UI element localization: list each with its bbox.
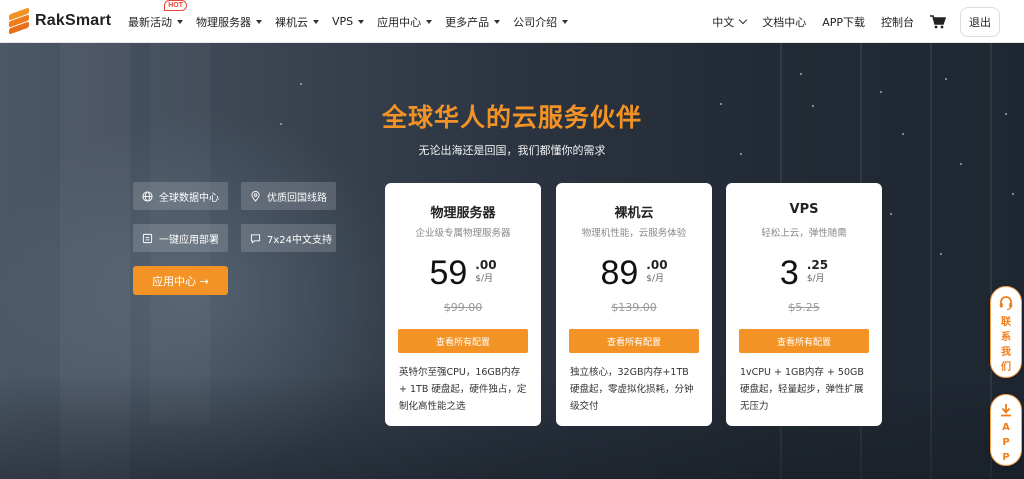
price-unit: $/月 — [475, 274, 494, 284]
card-subtitle: 物理机性能，云服务体验 — [581, 228, 687, 239]
feature-one-click-deploy: 一键应用部署 — [133, 224, 228, 252]
menu-item-app-center[interactable]: 应用中心 — [377, 14, 433, 30]
menu-item-label: 应用中心 — [377, 15, 422, 29]
price-unit: $/月 — [806, 274, 825, 284]
globe-icon — [142, 190, 153, 202]
feature-global-datacenters: 全球数据中心 — [133, 182, 228, 210]
feature-label: 全球数据中心 — [159, 192, 219, 204]
card-title: 物理服务器 — [430, 206, 496, 221]
card-price: 59 .00 $/月 — [385, 255, 541, 291]
logout-button[interactable]: 退出 — [960, 6, 1000, 37]
menu-item-bare-metal-cloud[interactable]: 裸机云 — [275, 14, 319, 30]
hot-badge: HOT — [164, 0, 187, 11]
right-nav: 中文 文档中心 APP下载 控制台 退出 — [696, 0, 1000, 43]
menu-item-promotions[interactable]: 最新活动 HOT — [128, 0, 187, 30]
menu-item-label: 更多产品 — [445, 15, 490, 29]
view-all-configs-button[interactable]: 查看所有配置 — [739, 329, 869, 353]
view-all-configs-button[interactable]: 查看所有配置 — [569, 329, 699, 353]
view-all-configs-button[interactable]: 查看所有配置 — [398, 329, 528, 353]
price-integer: 89 — [600, 254, 639, 292]
caret-down-icon — [313, 19, 319, 24]
menu-item-label: 公司介绍 — [513, 15, 558, 29]
feature-china-routes: 优质回国线路 — [241, 182, 336, 210]
price-integer: 59 — [429, 254, 468, 292]
card-subtitle: 轻松上云，弹性随需 — [761, 228, 847, 239]
pricing-card-bare-metal-cloud: 裸机云 物理机性能，云服务体验 89 .00 $/月 $139.00 查看所有配… — [556, 183, 712, 426]
card-description: 英特尔至强CPU，16GB内存 + 1TB 硬盘起，硬件独占，定制化高性能之选 — [399, 367, 527, 412]
price-unit: $/月 — [646, 274, 665, 284]
price-decimal: .25 — [806, 258, 829, 272]
app-download-link[interactable]: APP下载 — [822, 14, 865, 30]
deploy-icon — [142, 233, 153, 243]
language-label: 中文 — [712, 15, 735, 29]
cart-icon[interactable] — [930, 14, 946, 29]
headset-icon — [999, 296, 1013, 311]
original-price: $139.00 — [611, 301, 657, 314]
top-navbar: RakSmart 最新活动 HOT 物理服务器 裸机云 VPS 应用中心 更多产… — [0, 0, 1024, 43]
menu-item-vps[interactable]: VPS — [332, 15, 365, 28]
docs-link[interactable]: 文档中心 — [762, 14, 806, 30]
feature-label: 一键应用部署 — [159, 234, 219, 246]
caret-down-icon — [562, 19, 569, 24]
feature-label: 优质回国线路 — [267, 192, 327, 204]
price-decimal: .00 — [475, 258, 497, 272]
language-selector[interactable]: 中文 — [712, 14, 748, 30]
pricing-card-vps: VPS 轻松上云，弹性随需 3 .25 $/月 $5.25 查看所有配置 1vC… — [726, 183, 882, 426]
download-icon — [1001, 404, 1011, 417]
original-price: $5.25 — [788, 301, 820, 314]
caret-down-icon — [177, 19, 183, 24]
contact-us-label: 联系我们 — [1001, 317, 1011, 373]
caret-down-icon — [494, 19, 501, 24]
hero-subtitle: 无论出海还是回国，我们都懂你的需求 — [418, 144, 606, 157]
card-description: 1vCPU + 1GB内存 + 50GB 硬盘起，轻量起步，弹性扩展无压力 — [740, 367, 864, 412]
caret-down-icon — [256, 19, 262, 24]
card-title: 裸机云 — [614, 206, 654, 221]
chat-icon — [250, 233, 261, 244]
menu-item-dedicated-servers[interactable]: 物理服务器 — [196, 14, 262, 30]
pricing-card-dedicated-server: 物理服务器 企业级专属物理服务器 59 .00 $/月 $99.00 查看所有配… — [385, 183, 541, 426]
brand-name: RakSmart — [35, 12, 112, 29]
original-price: $99.00 — [443, 301, 483, 314]
hero-title: 全球华人的云服务伙伴 — [381, 103, 642, 132]
hero-banner: 全球华人的云服务伙伴 无论出海还是回国，我们都懂你的需求 全球数据中心 优质回国… — [0, 43, 1024, 479]
app-label: APP — [1002, 422, 1010, 463]
menu-item-more-products[interactable]: 更多产品 — [445, 14, 501, 30]
location-pin-icon — [251, 190, 260, 202]
console-link[interactable]: 控制台 — [881, 14, 914, 30]
card-price: 3 .25 $/月 — [726, 255, 882, 291]
card-description: 独立核心，32GB内存+1TB 硬盘起，零虚拟化损耗，分钟级交付 — [570, 367, 694, 412]
menu-item-label: VPS — [332, 15, 354, 28]
caret-down-icon — [358, 19, 365, 24]
app-download-float-button[interactable]: APP — [990, 394, 1022, 466]
app-center-cta-button[interactable]: 应用中心 → — [133, 266, 228, 295]
caret-down-icon — [426, 19, 433, 24]
menu-item-about-company[interactable]: 公司介绍 — [513, 14, 569, 30]
menu-item-label: 最新活动 — [128, 15, 172, 29]
main-menu: 最新活动 HOT 物理服务器 裸机云 VPS 应用中心 更多产品 公司介绍 — [128, 0, 581, 43]
card-subtitle: 企业级专属物理服务器 — [415, 228, 511, 239]
chevron-down-icon — [738, 15, 748, 24]
contact-us-float-button[interactable]: 联系我们 — [990, 286, 1022, 378]
price-decimal: .00 — [646, 258, 668, 272]
menu-item-label: 裸机云 — [275, 15, 308, 29]
menu-item-label: 物理服务器 — [196, 15, 251, 29]
card-title: VPS — [789, 202, 819, 217]
brand-logo[interactable]: RakSmart — [9, 7, 112, 35]
card-price: 89 .00 $/月 — [556, 255, 712, 291]
feature-24x7-support: 7x24中文支持 — [241, 224, 336, 252]
price-integer: 3 — [779, 254, 799, 292]
feature-label: 7x24中文支持 — [267, 234, 333, 246]
logo-mark-icon — [9, 7, 29, 35]
